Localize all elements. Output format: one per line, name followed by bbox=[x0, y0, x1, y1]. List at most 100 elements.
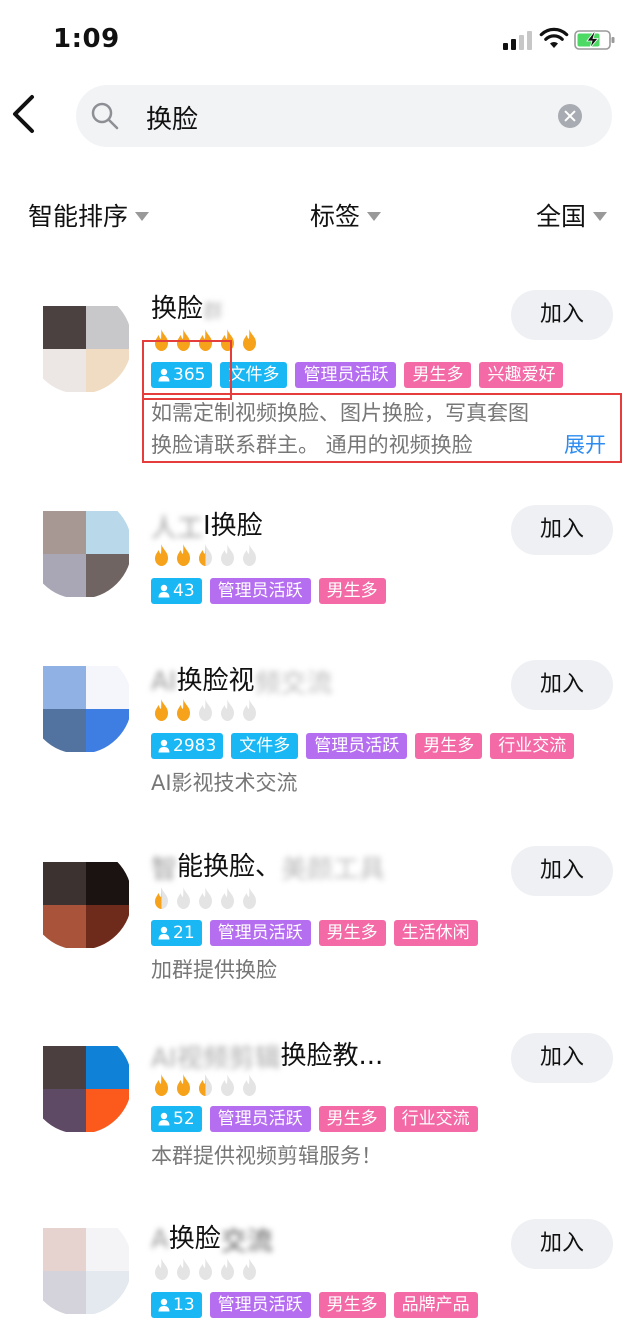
dropdown-triangle-icon bbox=[135, 211, 150, 221]
avatar-tile bbox=[86, 1228, 129, 1271]
group-avatar bbox=[28, 1030, 132, 1134]
group-tag: 生活休闲 bbox=[393, 920, 478, 946]
group-tag: 管理员活跃 bbox=[295, 362, 397, 388]
group-tag: 管理员活跃 bbox=[209, 920, 311, 946]
filter-sort-label: 智能排序 bbox=[28, 202, 129, 231]
group-title: AI换脸视频交流 bbox=[151, 660, 333, 700]
group-description: AI影视技术交流 bbox=[151, 771, 298, 795]
group-tag: 男生多 bbox=[318, 578, 386, 604]
dropdown-triangle-icon bbox=[593, 211, 608, 221]
join-button[interactable]: 加入 bbox=[511, 505, 613, 555]
group-tag: 管理员活跃 bbox=[306, 733, 408, 759]
group-title-redacted: 频交流 bbox=[254, 669, 333, 699]
group-title-text: I换脸 bbox=[203, 511, 263, 541]
person-icon bbox=[158, 926, 170, 940]
avatar-tile bbox=[86, 709, 129, 752]
filter-tags[interactable]: 标签 bbox=[310, 197, 382, 233]
avatar-tile bbox=[86, 306, 129, 349]
filter-region-label: 全国 bbox=[536, 202, 587, 231]
group-list-item[interactable]: A换脸交流 13 管理员活跃 男生多 品牌产品 加入 bbox=[0, 1212, 641, 1326]
group-tags: 2983 文件多 管理员活跃 男生多 行业交流 bbox=[151, 733, 575, 759]
member-count: 21 bbox=[173, 923, 195, 943]
group-tags: 13 管理员活跃 男生多 品牌产品 bbox=[151, 1292, 478, 1318]
group-title: A换脸交流 bbox=[151, 1218, 273, 1258]
avatar-tile bbox=[86, 905, 129, 948]
heat-rating bbox=[151, 886, 260, 910]
flame-icon bbox=[221, 544, 234, 566]
avatar-image bbox=[43, 666, 129, 752]
avatar-image bbox=[43, 306, 129, 392]
join-button[interactable]: 加入 bbox=[511, 1033, 613, 1083]
person-icon bbox=[158, 1298, 170, 1312]
flame-icon bbox=[243, 1074, 256, 1096]
group-description: 本群提供视频剪辑服务！ bbox=[151, 1144, 382, 1168]
flame-icon bbox=[177, 699, 190, 721]
flame-icon bbox=[199, 699, 212, 721]
group-list-item[interactable]: AI换脸视频交流 2983 文件多 管理员活跃 男生多 行业交流 AI影视技术交流 加入 bbox=[0, 650, 641, 810]
group-title-redacted: A bbox=[151, 1224, 169, 1255]
flame-icon bbox=[243, 887, 256, 909]
flame-icon bbox=[243, 1258, 256, 1280]
avatar-tile bbox=[43, 666, 86, 709]
group-list-item[interactable]: 换脸群 365 文件多 管理员活跃 男生多 兴趣爱好 如需定制视频换脸、图片换脸，写真套… bbox=[0, 280, 641, 480]
group-avatar bbox=[28, 650, 132, 754]
group-title: AI视频剪辑换脸教... bbox=[151, 1035, 383, 1075]
filter-region[interactable]: 全国 bbox=[536, 197, 608, 233]
wifi-icon bbox=[539, 27, 569, 48]
join-button[interactable]: 加入 bbox=[511, 846, 613, 896]
flame-icon bbox=[199, 1258, 212, 1280]
clear-search-icon[interactable] bbox=[558, 104, 582, 128]
group-avatar bbox=[28, 1212, 132, 1316]
join-button[interactable]: 加入 bbox=[511, 290, 613, 340]
group-title: 换脸群 bbox=[151, 288, 223, 325]
flame-icon bbox=[221, 699, 234, 721]
back-chevron-icon[interactable] bbox=[8, 94, 38, 134]
group-list-item[interactable]: 智能换脸、美颜工具 21 管理员活跃 男生多 生活休闲 加群提供换脸 加入 bbox=[0, 840, 641, 1000]
join-button[interactable]: 加入 bbox=[511, 660, 613, 710]
avatar-tile bbox=[43, 1089, 86, 1132]
group-tag: 品牌产品 bbox=[393, 1292, 478, 1318]
flame-icon bbox=[155, 1258, 168, 1280]
flame-icon bbox=[243, 329, 256, 351]
flame-icon bbox=[221, 1074, 234, 1096]
group-title-redacted: 群 bbox=[203, 299, 224, 323]
group-list-item[interactable]: 人工I换脸 43 管理员活跃 男生多 加入 bbox=[0, 495, 641, 635]
flame-icon bbox=[199, 1074, 212, 1096]
group-title-redacted: 智 bbox=[151, 855, 178, 885]
group-avatar bbox=[28, 846, 132, 950]
group-title: 智能换脸、美颜工具 bbox=[151, 846, 385, 886]
group-tags: 43 管理员活跃 男生多 bbox=[151, 578, 386, 604]
group-tag: 男生多 bbox=[318, 1106, 386, 1132]
avatar-tile bbox=[43, 905, 86, 948]
filter-sort[interactable]: 智能排序 bbox=[28, 197, 150, 233]
group-list-item[interactable]: AI视频剪辑换脸教... 52 管理员活跃 男生多 行业交流 本群提供视频剪辑服务！ … bbox=[0, 1030, 641, 1170]
filter-tags-label: 标签 bbox=[310, 202, 361, 231]
flame-icon bbox=[199, 544, 212, 566]
group-title-redacted: 人工 bbox=[151, 514, 204, 544]
status-bar: 1:09 bbox=[0, 0, 641, 78]
member-count-badge: 13 bbox=[151, 1292, 202, 1318]
group-tag: 行业交流 bbox=[490, 733, 575, 759]
member-count-badge: 21 bbox=[151, 920, 202, 946]
group-title-redacted: 交流 bbox=[220, 1227, 273, 1257]
member-count-badge: 52 bbox=[151, 1106, 202, 1132]
flame-icon bbox=[155, 887, 168, 909]
group-tags: 52 管理员活跃 男生多 行业交流 bbox=[151, 1106, 478, 1132]
group-tag: 男生多 bbox=[404, 362, 472, 388]
avatar-tile bbox=[43, 1228, 86, 1271]
avatar-tile bbox=[86, 349, 129, 392]
group-tag: 行业交流 bbox=[393, 1106, 478, 1132]
flame-icon bbox=[155, 1074, 168, 1096]
member-count: 52 bbox=[173, 1109, 195, 1129]
join-button[interactable]: 加入 bbox=[511, 1219, 613, 1269]
group-title-redacted: AI视频剪辑 bbox=[151, 1044, 281, 1074]
heat-rating bbox=[151, 1073, 260, 1097]
search-query: 换脸 bbox=[146, 105, 199, 135]
avatar-image bbox=[43, 511, 129, 597]
flame-icon bbox=[155, 544, 168, 566]
highlight-box-description bbox=[142, 393, 622, 463]
search-input[interactable]: 换脸 bbox=[76, 85, 612, 147]
group-title-text: 换脸教... bbox=[280, 1041, 384, 1071]
group-title-text: 换脸 bbox=[168, 1224, 221, 1254]
dropdown-triangle-icon bbox=[367, 211, 382, 221]
